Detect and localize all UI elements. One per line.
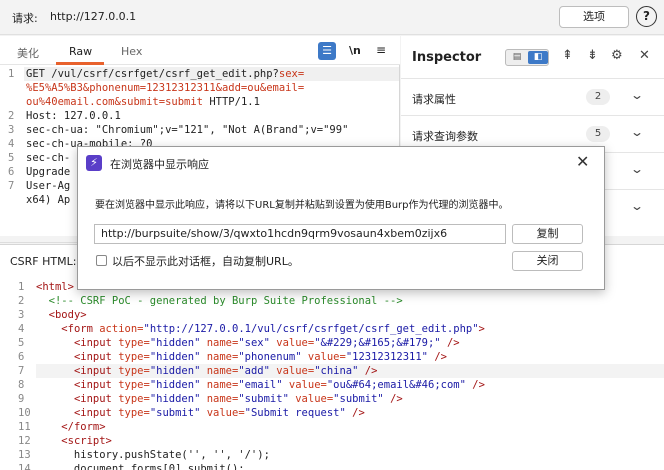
split-layout-icon[interactable]: ◧ <box>528 51 548 64</box>
count-badge: 2 <box>586 89 610 105</box>
burp-lightning-icon: ⚡ <box>86 155 102 171</box>
chevron-down-icon[interactable]: ⌄ <box>630 199 644 213</box>
line-number: 5 <box>8 152 15 164</box>
request-line: x64) Ap <box>26 194 71 206</box>
gear-icon[interactable]: ⚙ <box>611 48 623 63</box>
active-tab-indicator <box>56 62 104 65</box>
editor-tabs: 美化 Raw Hex ☰ \n ≡ <box>0 36 400 65</box>
html-line: <!-- CSRF PoC - generated by Burp Suite … <box>48 295 403 307</box>
line-number: 6 <box>18 351 25 363</box>
chevron-down-icon[interactable]: ⌄ <box>630 162 644 176</box>
dont-show-label: 以后不显示此对话框，自动复制URL。 <box>112 255 299 268</box>
csrf-html-label: CSRF HTML: <box>10 255 77 268</box>
url-field[interactable]: http://burpsuite/show/3/qwxto1hcdn9qrm9v… <box>94 224 506 244</box>
html-line: <form action="http://127.0.0.1/vul/csrf/… <box>61 323 485 335</box>
show-newlines-button[interactable]: \n <box>349 44 361 57</box>
line-number: 11 <box>18 421 31 433</box>
tab-raw[interactable]: Raw <box>69 45 92 58</box>
html-line: history.pushState('', '', '/'); <box>36 449 270 461</box>
html-line: <html> <box>36 281 74 293</box>
request-line: sec-ch- <box>26 152 71 164</box>
line-number: 5 <box>18 337 25 349</box>
line-number: 4 <box>8 138 15 150</box>
html-line: <input type="hidden" name="submit" value… <box>73 393 403 405</box>
html-line: <body> <box>48 309 87 321</box>
row-label: 请求查询参数 <box>412 130 478 143</box>
list-layout-icon[interactable]: ▤ <box>507 51 527 64</box>
request-label: 请求: <box>12 12 38 25</box>
tab-hex[interactable]: Hex <box>121 45 142 58</box>
request-url: http://127.0.0.1 <box>50 10 137 23</box>
help-icon[interactable]: ? <box>636 6 657 27</box>
row-label: 请求属性 <box>412 93 456 106</box>
wrap-lines-icon[interactable]: ☰ <box>318 42 336 60</box>
chevron-down-icon[interactable]: ⌄ <box>630 88 644 102</box>
line-number: 12 <box>18 435 31 447</box>
html-line: <input type="hidden" name="add" value="c… <box>73 365 378 377</box>
html-line: <input type="hidden" name="phonenum" val… <box>73 351 447 363</box>
html-line: <input type="hidden" name="sex" value="&… <box>73 337 460 349</box>
line-number: 4 <box>18 323 25 335</box>
show-response-dialog: ⚡ 在浏览器中显示响应 ✕ 要在浏览器中显示此响应，请将以下URL复制并粘贴到设… <box>77 146 605 290</box>
line-number: 6 <box>8 166 15 178</box>
tab-pretty[interactable]: 美化 <box>17 45 39 61</box>
request-line: sec-ch-ua: "Chromium";v="121", "Not A(Br… <box>26 124 349 136</box>
line-number: 2 <box>18 295 25 307</box>
close-icon[interactable]: ✕ <box>576 152 589 171</box>
line-number: 9 <box>18 393 25 405</box>
line-number: 13 <box>18 449 31 461</box>
chevron-down-icon[interactable]: ⌄ <box>630 125 644 139</box>
top-bar: 请求: http://127.0.0.1 选项 ? <box>0 0 664 35</box>
request-line: Host: 127.0.0.1 <box>26 110 121 122</box>
request-line: GET /vul/csrf/csrfget/csrf_get_edit.php?… <box>26 68 305 80</box>
html-line: document.forms[0].submit(); <box>36 463 245 470</box>
line-number: 10 <box>18 407 31 419</box>
line-number: 3 <box>8 124 15 136</box>
count-badge: 5 <box>586 126 610 142</box>
collapse-all-icon[interactable]: ⇟ <box>587 48 598 63</box>
html-line: <input type="submit" value="Submit reque… <box>73 407 365 419</box>
line-number: 3 <box>18 309 25 321</box>
close-button[interactable]: 关闭 <box>512 251 583 271</box>
html-line: <script> <box>61 435 112 447</box>
inspector-row-request-attributes[interactable]: 请求属性 2 ⌄ <box>401 78 664 115</box>
dialog-title: 在浏览器中显示响应 <box>110 158 209 171</box>
line-number: 8 <box>18 379 25 391</box>
expand-all-icon[interactable]: ⇞ <box>562 48 573 63</box>
options-button[interactable]: 选项 <box>559 6 629 28</box>
request-line: %E5%A5%B3&phonenum=12312312311&add=ou&em… <box>26 82 305 94</box>
line-number: 1 <box>8 68 15 80</box>
layout-toggle[interactable]: ▤ ◧ <box>505 49 549 66</box>
dont-show-checkbox[interactable] <box>96 255 107 266</box>
request-line: Upgrade <box>26 166 71 178</box>
copy-button[interactable]: 复制 <box>512 224 583 244</box>
request-line: User-Ag <box>26 180 71 192</box>
line-number: 14 <box>18 463 31 470</box>
html-line: <input type="hidden" name="email" value=… <box>73 379 485 391</box>
line-number: 7 <box>8 180 15 192</box>
dialog-message: 要在浏览器中显示此响应，请将以下URL复制并粘贴到设置为使用Burp作为代理的浏… <box>95 200 509 211</box>
close-icon[interactable]: ✕ <box>639 48 650 63</box>
inspector-title: Inspector <box>412 50 482 65</box>
line-number: 2 <box>8 110 15 122</box>
request-line: ou%40email.com&submit=submit HTTP/1.1 <box>26 96 260 108</box>
html-line: </form> <box>61 421 106 433</box>
editor-menu-icon[interactable]: ≡ <box>376 43 386 57</box>
line-number: 1 <box>18 281 25 293</box>
line-number: 7 <box>18 365 25 377</box>
